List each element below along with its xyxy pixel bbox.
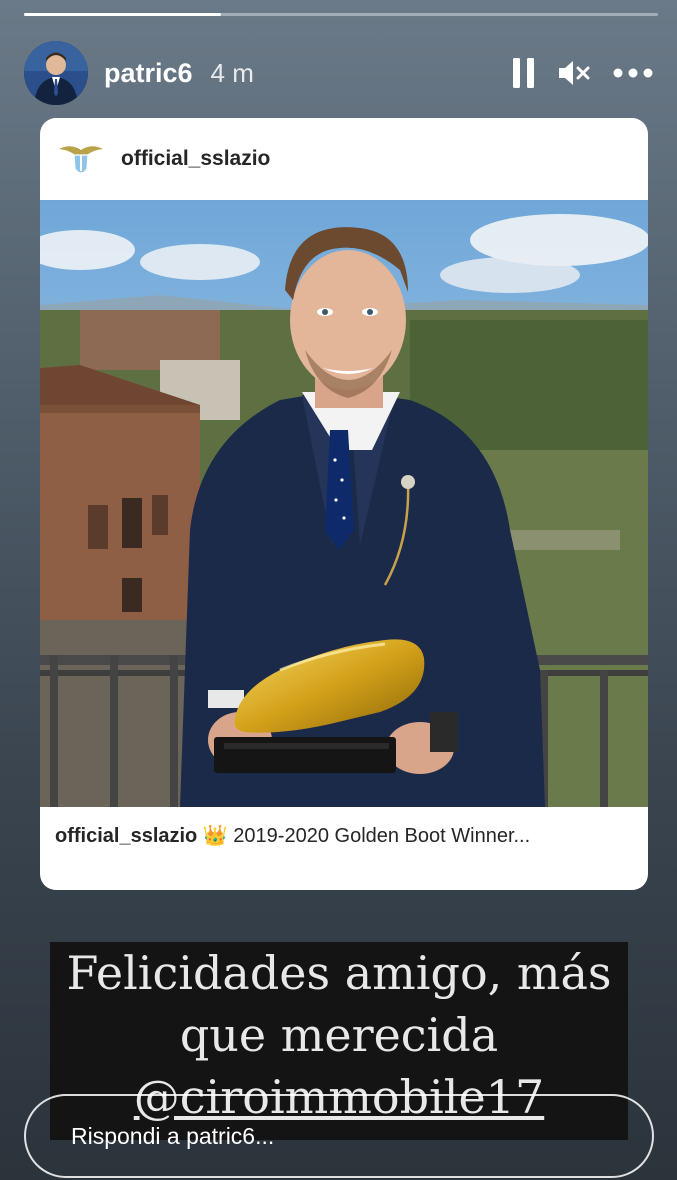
reply-input[interactable]: Rispondi a patric6... — [24, 1094, 654, 1178]
post-photo[interactable] — [40, 200, 648, 807]
more-options-icon[interactable] — [613, 68, 653, 78]
story-controls — [513, 58, 653, 88]
lazio-eagle-logo — [57, 135, 105, 183]
shared-post-caption[interactable]: official_sslazio 👑 2019-2020 Golden Boot… — [55, 823, 638, 848]
reply-placeholder: Rispondi a patric6... — [71, 1122, 275, 1149]
shared-post-header: official_sslazio — [40, 118, 648, 200]
story-progress-bar — [24, 13, 658, 16]
caption-account: official_sslazio — [55, 825, 198, 847]
story-timestamp: 4 m — [210, 57, 254, 88]
overlay-line-1: Felicidades amigo, más — [66, 946, 612, 1000]
crown-emoji-icon: 👑 — [202, 825, 228, 847]
pause-icon[interactable] — [513, 58, 535, 88]
muted-speaker-icon[interactable] — [557, 58, 591, 88]
overlay-line-2: que merecida — [179, 1008, 499, 1062]
shared-post-account[interactable]: official_sslazio — [121, 147, 270, 171]
shared-post-card[interactable]: official_sslazio official_sslazio 👑 2019… — [40, 118, 648, 890]
caption-text: 2019-2020 Golden Boot Winner... — [227, 825, 531, 847]
story-header: patric6 4 m — [24, 40, 653, 106]
avatar[interactable] — [24, 41, 88, 105]
story-username[interactable]: patric6 — [104, 58, 193, 89]
story-progress-fill — [24, 13, 221, 16]
